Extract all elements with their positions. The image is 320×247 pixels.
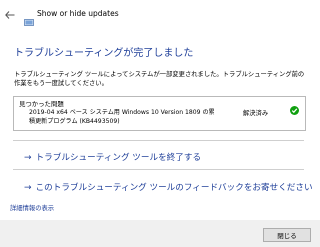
close-button[interactable]: 閉じる <box>263 228 311 242</box>
feedback-label: このトラブルシューティング ツールのフィードバックをお寄せください <box>35 183 313 193</box>
back-arrow-icon <box>5 11 15 19</box>
title-bar: Show or hide updates <box>0 0 320 31</box>
divider <box>13 140 304 141</box>
window-title: Show or hide updates <box>37 9 119 18</box>
troubleshooter-app-icon <box>24 12 34 26</box>
arrow-right-icon: → <box>24 183 32 193</box>
problem-status: 解決済み <box>243 110 269 117</box>
arrow-right-icon: → <box>24 153 32 163</box>
back-button[interactable] <box>0 0 22 31</box>
divider <box>13 169 304 170</box>
view-details-link[interactable]: 詳細情報の表示 <box>10 203 54 212</box>
close-troubleshooter-label: トラブルシューティング ツールを終了する <box>35 153 202 163</box>
close-troubleshooter-link[interactable]: → トラブルシューティング ツールを終了する <box>24 151 201 163</box>
feedback-link[interactable]: → このトラブルシューティング ツールのフィードバックをお寄せください <box>24 181 313 193</box>
completion-description: トラブルシューティング ツールによってシステムが一部変更されました。トラブルシュ… <box>14 71 305 87</box>
problems-found-header: 見つかった問題 <box>19 100 64 108</box>
check-circle-icon <box>290 106 299 115</box>
problem-description: 2019-04 x64 ベース システム用 Windows 10 Version… <box>29 109 215 125</box>
page-title: トラブルシューティングが完了しました <box>14 48 194 59</box>
problems-found-panel: 見つかった問題 2019-04 x64 ベース システム用 Windows 10… <box>13 96 306 131</box>
